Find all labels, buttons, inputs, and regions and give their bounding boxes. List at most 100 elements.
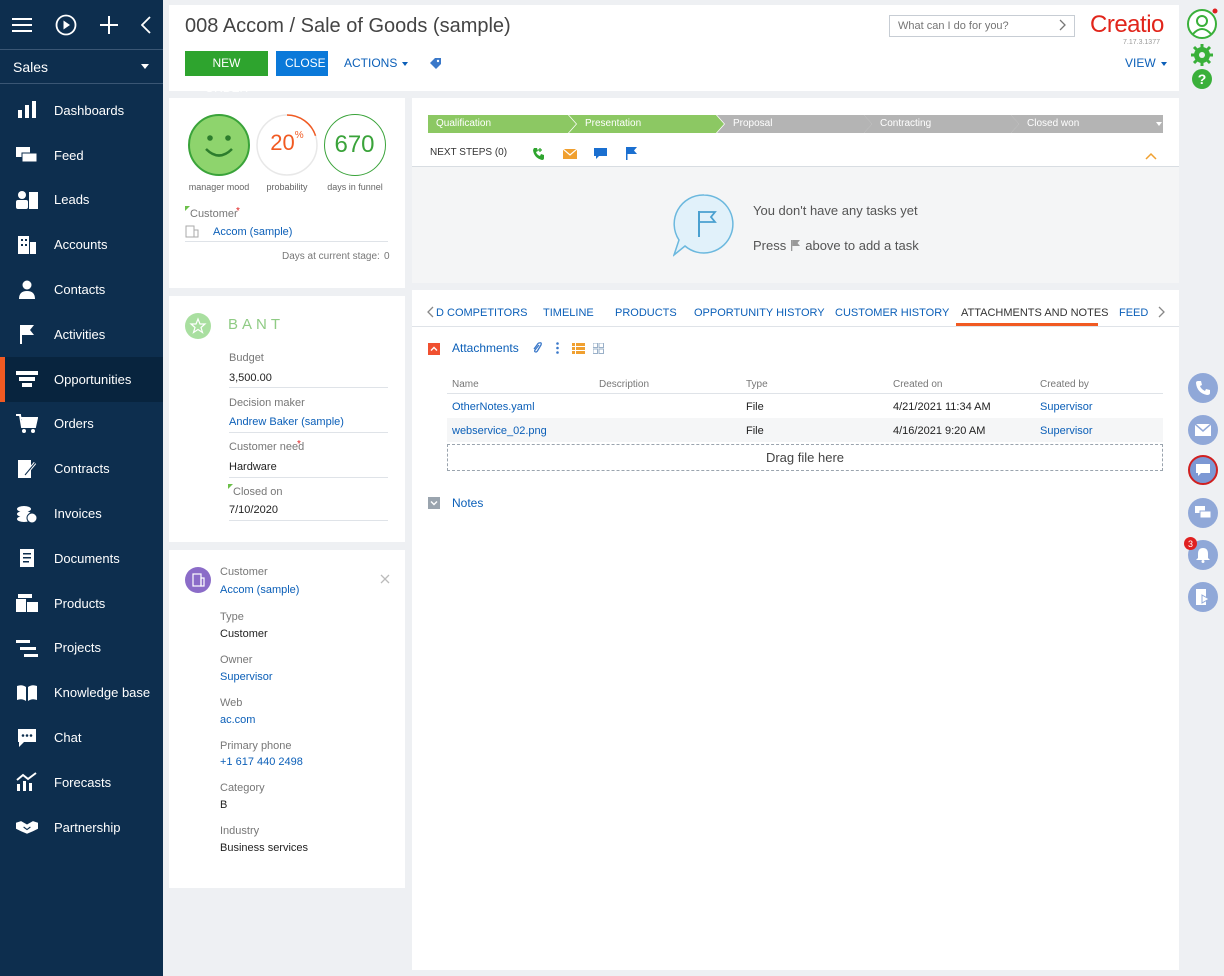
tab-opportunity-history[interactable]: OPPORTUNITY HISTORY (694, 307, 825, 319)
tab-feed[interactable]: FEED (1119, 307, 1148, 319)
tab-competitors[interactable]: D COMPETITORS (436, 307, 527, 319)
flag-icon (16, 323, 38, 345)
file-drop-zone[interactable]: Drag file here (447, 444, 1163, 471)
process-icon (1196, 589, 1210, 605)
nav-item-projects[interactable]: Projects (0, 626, 163, 671)
command-line-input[interactable] (889, 15, 1075, 37)
tab-timeline[interactable]: TIMELINE (543, 307, 594, 319)
add-task-flag-icon[interactable] (626, 147, 637, 160)
notes-expand-icon[interactable] (428, 497, 440, 509)
days-label: days in funnel (327, 182, 383, 192)
add-call-icon[interactable] (532, 147, 546, 161)
stage-qualification[interactable]: Qualification (428, 115, 576, 133)
column-header-name[interactable]: Name (452, 379, 479, 390)
card-category-label: Category (220, 782, 265, 794)
nav-item-documents[interactable]: Documents (0, 536, 163, 581)
nav-item-invoices[interactable]: Invoices (0, 491, 163, 536)
gear-icon[interactable] (1191, 44, 1213, 66)
chevron-right-icon[interactable] (1059, 19, 1067, 31)
nav-item-knowledge-base[interactable]: Knowledge base (0, 670, 163, 715)
attachments-collapse-icon[interactable] (428, 343, 440, 355)
tab-products[interactable]: PRODUCTS (615, 307, 677, 319)
column-header-created-on[interactable]: Created on (893, 379, 942, 390)
nav-item-leads[interactable]: Leads (0, 178, 163, 223)
paperclip-icon[interactable] (532, 342, 542, 355)
projects-icon (16, 637, 38, 659)
kebab-menu-icon[interactable] (556, 342, 559, 354)
add-message-icon[interactable] (594, 148, 607, 160)
bar-chart-icon (16, 99, 38, 121)
manager-mood-indicator[interactable] (188, 114, 250, 176)
nav-item-chat[interactable]: Chat (0, 715, 163, 760)
tile-view-icon[interactable] (593, 343, 604, 354)
stage-dropdown-icon[interactable] (1156, 122, 1162, 126)
stage-presentation[interactable]: Presentation (569, 115, 724, 133)
attachment-name-link[interactable]: OtherNotes.yaml (452, 401, 535, 413)
stage-panel: Qualification Presentation Proposal Cont… (412, 98, 1179, 283)
nav-item-forecasts[interactable]: Forecasts (0, 760, 163, 805)
actions-button[interactable]: ACTIONS (344, 51, 409, 76)
nav-item-dashboards[interactable]: Dashboards (0, 88, 163, 133)
attachment-created-by-link[interactable]: Supervisor (1040, 401, 1093, 413)
nav-item-contacts[interactable]: Contacts (0, 267, 163, 312)
close-icon[interactable] (380, 574, 390, 584)
play-process-icon[interactable] (55, 14, 77, 36)
leads-icon (16, 189, 38, 211)
nav-item-products[interactable]: Products (0, 581, 163, 626)
creatio-logo: Creatio (1090, 11, 1164, 38)
user-profile-icon[interactable] (1186, 8, 1218, 40)
hamburger-menu-icon[interactable] (12, 17, 32, 33)
plus-icon[interactable] (100, 15, 118, 34)
card-phone-link[interactable]: +1 617 440 2498 (220, 756, 303, 768)
tabs-scroll-left-icon[interactable] (427, 306, 434, 318)
notes-title[interactable]: Notes (452, 496, 483, 510)
nav-item-feed[interactable]: Feed (0, 133, 163, 178)
nav-item-activities[interactable]: Activities (0, 312, 163, 357)
table-row[interactable]: OtherNotes.yaml File 4/21/2021 11:34 AM … (447, 394, 1163, 418)
phone-panel-button[interactable] (1188, 373, 1218, 403)
list-view-icon[interactable] (572, 343, 585, 354)
tab-customer-history[interactable]: CUSTOMER HISTORY (835, 307, 949, 319)
stage-proposal[interactable]: Proposal (717, 115, 872, 133)
chat-panel-button[interactable] (1188, 455, 1218, 485)
attachments-title[interactable]: Attachments (452, 341, 519, 355)
card-customer-link[interactable]: Accom (sample) (220, 584, 299, 596)
budget-value[interactable]: 3,500.00 (229, 372, 272, 384)
chat-icon (16, 727, 38, 749)
nav-item-orders[interactable]: Orders (0, 402, 163, 447)
table-row[interactable]: webservice_02.png File 4/16/2021 9:20 AM… (447, 418, 1163, 442)
tag-icon[interactable] (429, 57, 442, 70)
email-panel-button[interactable] (1188, 415, 1218, 445)
collapse-chevron-up-icon[interactable] (1145, 152, 1157, 160)
new-order-button[interactable]: NEW ORDER (185, 51, 268, 95)
processes-panel-button[interactable] (1188, 582, 1218, 612)
closed-on-value[interactable]: 7/10/2020 (229, 504, 278, 516)
tab-attachments-and-notes[interactable]: ATTACHMENTS AND NOTES (961, 307, 1109, 319)
budget-label: Budget (229, 352, 264, 364)
workspace-select[interactable]: Sales (0, 50, 163, 84)
attachment-name-link[interactable]: webservice_02.png (452, 425, 547, 437)
help-icon[interactable]: ? (1191, 68, 1213, 90)
column-header-description[interactable]: Description (599, 379, 649, 390)
card-owner-link[interactable]: Supervisor (220, 671, 273, 683)
customer-need-value[interactable]: Hardware (229, 461, 277, 473)
add-email-icon[interactable] (563, 149, 577, 159)
card-web-link[interactable]: ac.com (220, 714, 255, 726)
stage-closed-won[interactable]: Closed won (1011, 115, 1163, 133)
tabs-scroll-right-icon[interactable] (1158, 306, 1165, 318)
customer-link[interactable]: Accom (sample) (213, 226, 292, 238)
column-header-created-by[interactable]: Created by (1040, 379, 1089, 390)
card-phone-label: Primary phone (220, 740, 292, 752)
stage-contracting[interactable]: Contracting (864, 115, 1019, 133)
column-header-type[interactable]: Type (746, 379, 768, 390)
nav-item-partnership[interactable]: Partnership (0, 805, 163, 850)
collapse-chevron-icon[interactable] (141, 15, 151, 34)
nav-item-contracts[interactable]: Contracts (0, 446, 163, 491)
attachment-created-by-link[interactable]: Supervisor (1040, 425, 1093, 437)
close-button[interactable]: CLOSE (276, 51, 328, 76)
decision-maker-link[interactable]: Andrew Baker (sample) (229, 416, 344, 428)
view-button[interactable]: VIEW (1125, 51, 1167, 76)
feed-panel-button[interactable] (1188, 498, 1218, 528)
nav-item-accounts[interactable]: Accounts (0, 222, 163, 267)
nav-item-opportunities[interactable]: Opportunities (0, 356, 163, 402)
